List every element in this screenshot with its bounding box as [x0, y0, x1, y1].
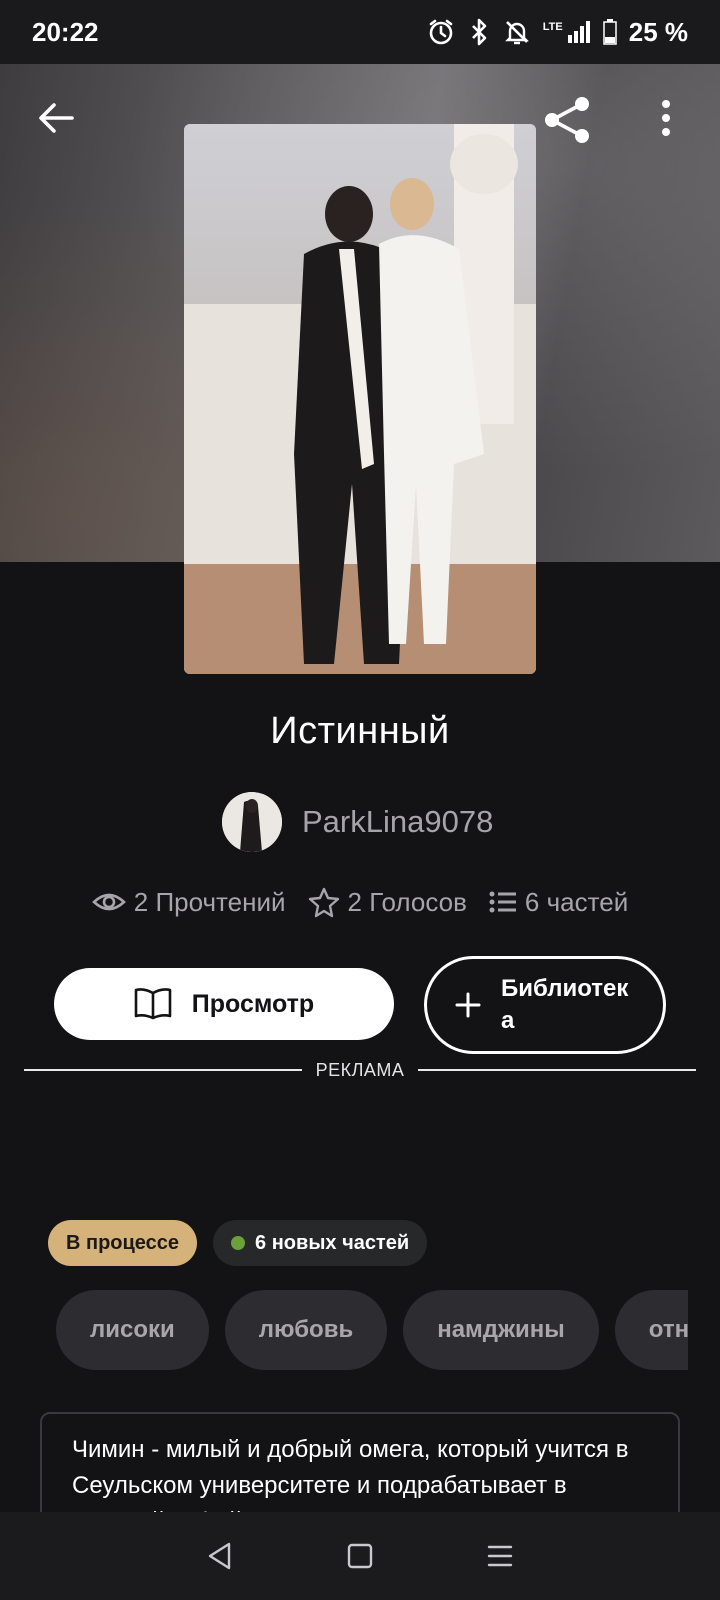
nav-recents-icon[interactable]	[480, 1536, 520, 1576]
ad-divider: РЕКЛАМА	[24, 1058, 697, 1082]
status-time: 20:22	[32, 16, 99, 47]
tags-track: лисоки любовь намджины отношения	[56, 1290, 688, 1370]
nav-home-icon[interactable]	[340, 1536, 380, 1576]
system-nav-bar	[0, 1512, 720, 1600]
share-icon[interactable]	[542, 94, 594, 146]
divider-line	[418, 1069, 697, 1071]
tag-chip[interactable]: намджины	[403, 1290, 599, 1370]
parts-stat[interactable]: 6 частей	[489, 887, 628, 918]
reads-count: 2 Прочтений	[133, 886, 286, 917]
tag-chip[interactable]: отношения	[614, 1290, 688, 1370]
battery-percent: 25 %	[628, 16, 688, 47]
signal-icon	[567, 21, 590, 43]
status-icons: LTE 25 %	[427, 17, 688, 48]
notifications-off-icon	[504, 21, 529, 45]
divider-line	[24, 1069, 302, 1071]
tags-carousel[interactable]: лисоки любовь намджины отношения	[56, 1290, 688, 1372]
arrow-left-icon[interactable]	[34, 96, 78, 140]
reads-stat: 2 Прочтений	[91, 886, 286, 918]
battery-icon	[602, 19, 617, 45]
library-button-label: Библиотека	[501, 975, 629, 1034]
nav-back-icon[interactable]	[200, 1536, 240, 1576]
parts-count: 6 частей	[524, 886, 629, 917]
more-vertical-icon[interactable]	[656, 96, 676, 140]
add-to-library-button[interactable]: Библиотека	[424, 956, 666, 1054]
story-badges: В процессе 6 новых частей	[48, 1220, 428, 1266]
author-link[interactable]: ParkLina9078	[222, 792, 493, 852]
story-title: Истинный	[270, 710, 450, 752]
new-indicator-dot	[231, 1236, 246, 1250]
avatar[interactable]	[222, 792, 282, 852]
tag-chip[interactable]: любовь	[224, 1290, 388, 1370]
read-button-label: Просмотр	[191, 989, 315, 1018]
eye-icon	[91, 893, 126, 911]
plus-icon	[455, 992, 481, 1018]
read-button[interactable]: Просмотр	[54, 968, 394, 1040]
alarm-icon	[429, 19, 453, 45]
book-icon	[134, 988, 172, 1020]
votes-stat: 2 Голосов	[308, 886, 467, 918]
bluetooth-icon	[471, 18, 487, 46]
votes-count: 2 Голосов	[347, 886, 467, 917]
list-icon	[489, 891, 516, 913]
story-stats: 2 Прочтений 2 Голосов 6 частей	[0, 886, 720, 918]
status-badge: В процессе	[48, 1220, 198, 1266]
status-bar: 20:22 LTE 25 %	[0, 0, 720, 64]
new-parts-badge: 6 новых частей	[213, 1220, 428, 1266]
tag-chip[interactable]: лисоки	[56, 1290, 209, 1370]
network-type: LTE	[542, 21, 563, 33]
story-cover-image	[184, 124, 536, 674]
star-icon	[308, 887, 339, 918]
author-name[interactable]: ParkLina9078	[302, 804, 493, 840]
new-parts-label: 6 новых частей	[255, 1231, 410, 1254]
ad-label: РЕКЛАМА	[315, 1059, 405, 1080]
